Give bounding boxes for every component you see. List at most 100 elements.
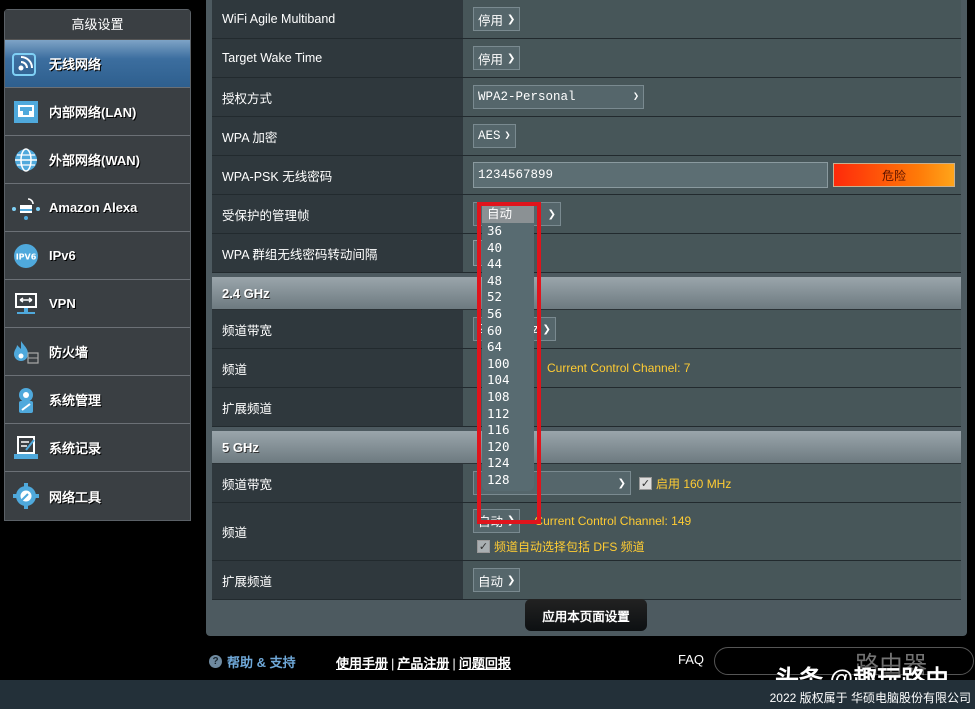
- sidebar-item-admin[interactable]: 系统管理: [5, 376, 190, 424]
- dropdown-option[interactable]: 48: [482, 273, 534, 290]
- select-value: 自动: [478, 515, 504, 529]
- dropdown-option[interactable]: 64: [482, 339, 534, 356]
- setting-row-2g-channel: 频道 Current Control Channel: 7: [212, 349, 961, 388]
- svg-text:IPV6: IPV6: [16, 252, 37, 261]
- select-value: WPA2-Personal: [478, 90, 576, 104]
- 5g-channel-select[interactable]: 自动 ❯: [473, 508, 521, 533]
- lan-icon: [11, 97, 41, 127]
- chevron-down-icon: ❯: [617, 477, 626, 489]
- dfs-checkbox[interactable]: ✓: [477, 539, 490, 553]
- sidebar-item-label: 外部网络(WAN): [49, 153, 140, 168]
- admin-icon: [11, 385, 41, 415]
- setting-row-agile-multiband: WiFi Agile Multiband 停用 ❯: [212, 0, 961, 39]
- 2g-current-channel: Current Control Channel: 7: [547, 361, 691, 375]
- setting-label: 授权方式: [212, 78, 463, 116]
- sidebar-item-label: IPv6: [49, 248, 76, 263]
- dropdown-option[interactable]: 100: [482, 356, 534, 373]
- sidebar-item-tools[interactable]: 网络工具: [5, 472, 190, 520]
- ipv6-icon: IPV6: [11, 241, 41, 271]
- setting-label: Target Wake Time: [212, 39, 463, 77]
- vpn-icon: [11, 289, 41, 319]
- select-value: AES: [478, 129, 501, 143]
- dfs-label: 频道自动选择包括 DFS 频道: [494, 539, 645, 554]
- setting-row-pmf: 受保护的管理帧 ❯: [212, 195, 961, 234]
- setting-row-5g-ext-channel: 扩展频道 自动 ❯: [212, 561, 961, 600]
- 5g-current-channel: Current Control Channel: 149: [534, 513, 692, 528]
- password-strength-badge: 危险: [833, 163, 955, 187]
- sidebar-item-wireless[interactable]: 无线网络: [5, 40, 190, 88]
- dropdown-option[interactable]: 116: [482, 422, 534, 439]
- help-support-link[interactable]: ? 帮助 & 支持: [209, 652, 296, 671]
- sidebar-item-label: 系统管理: [49, 393, 102, 408]
- sidebar-item-label: VPN: [49, 296, 76, 311]
- settings-table: WiFi Agile Multiband 停用 ❯ Target Wake Tim…: [212, 0, 961, 600]
- chevron-down-icon: ❯: [507, 52, 516, 64]
- help-label: 帮助 & 支持: [227, 655, 296, 670]
- dropdown-option[interactable]: 自动: [482, 205, 534, 223]
- dropdown-option[interactable]: 44: [482, 256, 534, 273]
- chevron-down-icon: ❯: [507, 574, 516, 586]
- section-header-2g: 2.4 GHz: [212, 277, 961, 310]
- firewall-icon: [11, 337, 41, 367]
- apply-settings-button[interactable]: 应用本页面设置: [525, 599, 647, 631]
- setting-row-5g-channel: 频道 自动 ❯ Current Control Channel: 149 ✓ 频道…: [212, 503, 961, 561]
- enable-160mhz-label: 启用 160 MHz: [656, 476, 732, 491]
- section-header-5g: 5 GHz: [212, 431, 961, 464]
- setting-label: 受保护的管理帧: [212, 195, 463, 233]
- twt-select[interactable]: 停用 ❯: [473, 46, 521, 70]
- dropdown-option[interactable]: 120: [482, 439, 534, 456]
- dropdown-option[interactable]: 60: [482, 323, 534, 340]
- globe-icon: [11, 145, 41, 175]
- select-value: 自动: [478, 574, 504, 589]
- sidebar-item-lan[interactable]: 内部网络(LAN): [5, 88, 190, 136]
- manual-link[interactable]: 使用手册: [336, 656, 388, 671]
- setting-label: 频道: [212, 349, 463, 387]
- faq-label: FAQ: [678, 652, 705, 667]
- sidebar-item-firewall[interactable]: 防火墙: [5, 328, 190, 376]
- channel-dropdown-list[interactable]: 自动 36 40 44 48 52 56 60 64 100 104 108 1…: [482, 205, 534, 491]
- setting-label: 扩展频道: [212, 561, 463, 599]
- dropdown-option[interactable]: 40: [482, 240, 534, 257]
- dropdown-option[interactable]: 104: [482, 372, 534, 389]
- footer-links: 使用手册 | 产品注册 | 问题回报: [336, 656, 511, 671]
- setting-row-2g-bandwidth: 频道带宽 20/40 MHz❯: [212, 310, 961, 349]
- setting-row-2g-ext-channel: 扩展频道: [212, 388, 961, 427]
- sidebar-item-log[interactable]: 系统记录: [5, 424, 190, 472]
- dropdown-option[interactable]: 112: [482, 406, 534, 423]
- dropdown-option[interactable]: 128: [482, 472, 534, 489]
- dropdown-option[interactable]: 56: [482, 306, 534, 323]
- feedback-link[interactable]: 问题回报: [459, 656, 511, 671]
- dropdown-option[interactable]: 108: [482, 389, 534, 406]
- main-panel: WiFi Agile Multiband 停用 ❯ Target Wake Tim…: [206, 0, 967, 636]
- agile-multiband-select[interactable]: 停用 ❯: [473, 7, 521, 31]
- sidebar-item-ipv6[interactable]: IPV6 IPv6: [5, 232, 190, 280]
- setting-label: 频道带宽: [212, 310, 463, 348]
- sidebar-item-wan[interactable]: 外部网络(WAN): [5, 136, 190, 184]
- wireless-icon: [11, 49, 41, 79]
- sidebar: 高级设置 无线网络 内部网络(LAN) 外部网络(WAN) Amazon Ale…: [4, 9, 191, 521]
- tools-icon: [11, 481, 41, 511]
- dropdown-option[interactable]: 36: [482, 223, 534, 240]
- help-icon: ?: [209, 655, 222, 668]
- chevron-down-icon: ❯: [542, 323, 551, 335]
- setting-row-psk: WPA-PSK 无线密码 1234567899 危险: [212, 156, 961, 195]
- 5g-ext-channel-select[interactable]: 自动 ❯: [473, 568, 521, 592]
- enable-160mhz-checkbox[interactable]: ✓: [639, 476, 652, 490]
- setting-label: WPA 加密: [212, 117, 463, 155]
- setting-label: 频道: [212, 503, 463, 560]
- sidebar-item-label: 无线网络: [49, 57, 102, 72]
- sidebar-item-alexa[interactable]: Amazon Alexa: [5, 184, 190, 232]
- dropdown-option[interactable]: 52: [482, 289, 534, 306]
- sidebar-item-vpn[interactable]: VPN: [5, 280, 190, 328]
- chevron-down-icon: ❯: [507, 515, 516, 526]
- wpa-encryption-select[interactable]: AES ❯: [473, 124, 516, 148]
- setting-label: WiFi Agile Multiband: [212, 0, 463, 38]
- setting-row-auth: 授权方式 WPA2-Personal ❯: [212, 78, 961, 117]
- wpa-psk-input[interactable]: 1234567899: [473, 162, 828, 188]
- dropdown-option[interactable]: 124: [482, 455, 534, 472]
- auth-method-select[interactable]: WPA2-Personal ❯: [473, 85, 644, 109]
- chevron-down-icon: ❯: [547, 208, 556, 220]
- setting-label: 扩展频道: [212, 388, 463, 426]
- setting-row-rekey: WPA 群组无线密码转动间隔: [212, 234, 961, 273]
- product-registration-link[interactable]: 产品注册: [397, 656, 449, 671]
